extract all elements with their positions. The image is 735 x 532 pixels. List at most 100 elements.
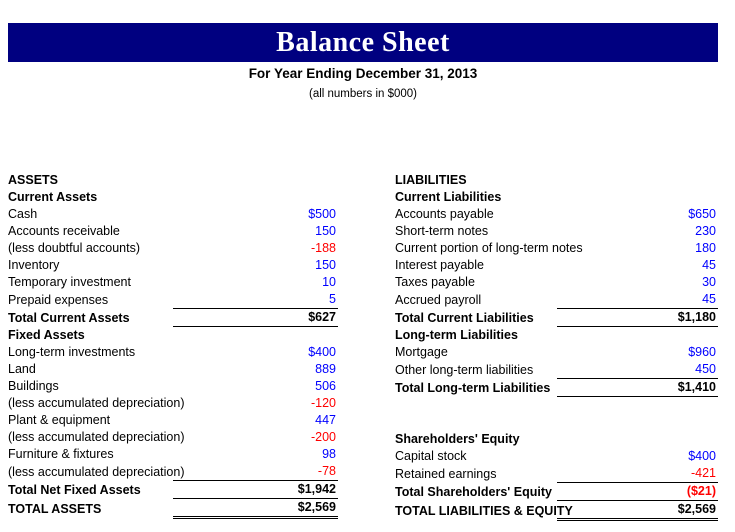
- line-item-value: 5: [329, 292, 336, 306]
- line-item-label: Buildings: [8, 379, 59, 393]
- line-item-label: (less accumulated depreciation): [8, 396, 185, 410]
- line-item-value: $1,180: [556, 308, 718, 327]
- line-item-row: Land 889: [8, 361, 338, 378]
- line-item-value: $400: [308, 345, 336, 359]
- column-heading: LIABILITIES: [395, 173, 467, 187]
- line-item-label: Prepaid expenses: [8, 292, 109, 307]
- line-item-label: Interest payable: [395, 258, 484, 272]
- line-item-row: Cash $500: [8, 206, 338, 223]
- line-item-value: 45: [702, 258, 716, 272]
- column-heading-value: [173, 172, 338, 189]
- subsection-heading-value: [557, 327, 719, 345]
- line-item-label: Total Long-term Liabilities: [395, 380, 551, 395]
- assets-table: ASSETS Current Assets Cash $500 Accounts rec…: [8, 172, 338, 519]
- line-item-value: $2,569: [173, 498, 338, 519]
- line-item-value: 10: [322, 275, 336, 289]
- liabilities-table: LIABILITIES Current Liabilities Accounts p…: [395, 172, 718, 521]
- subsection-heading: Current Liabilities: [395, 190, 502, 204]
- line-item-label: Capital stock: [395, 449, 467, 463]
- line-item-label: Accrued payroll: [395, 292, 482, 307]
- line-item-value: 889: [315, 362, 336, 376]
- line-item-row: (less accumulated depreciation) -78: [8, 463, 338, 481]
- line-item-label: (less accumulated depreciation): [8, 464, 185, 479]
- line-item-value: 230: [695, 224, 716, 238]
- line-item-row: Total Current Liabilities $1,180: [395, 308, 718, 327]
- line-item-row: Inventory 150: [8, 257, 338, 274]
- line-item-value: -200: [310, 430, 336, 444]
- line-item-value: -120: [310, 396, 336, 410]
- line-item-value: 447: [315, 413, 336, 427]
- subsection-heading: Shareholders' Equity: [395, 432, 520, 446]
- spacer-cell: [395, 414, 557, 431]
- line-item-value: 150: [315, 224, 336, 238]
- line-item-row: Furniture & fixtures 98: [8, 446, 338, 463]
- line-item-value: $2,569: [556, 500, 718, 521]
- line-item-row: Temporary investment 10: [8, 274, 338, 291]
- line-item-row: Accrued payroll 45: [395, 291, 718, 309]
- line-item-value: $400: [688, 449, 716, 463]
- line-item-label: Short-term notes: [395, 224, 489, 238]
- line-item-label: TOTAL ASSETS: [8, 501, 102, 516]
- spacer-cell: [557, 414, 719, 431]
- section-heading-row: ASSETS: [8, 172, 338, 189]
- line-item-row: Short-term notes 230: [395, 223, 718, 240]
- page-title: Balance Sheet: [276, 26, 450, 58]
- line-item-row: Retained earnings -421: [395, 465, 718, 483]
- spacer-cell: [395, 397, 557, 415]
- line-item-label: Retained earnings: [395, 466, 497, 481]
- line-item-label: Inventory: [8, 258, 60, 272]
- subsection-heading-row: Shareholders' Equity: [395, 431, 718, 448]
- units-note: (all numbers in $000): [308, 88, 418, 100]
- liabilities-column: LIABILITIES Current Liabilities Accounts p…: [395, 172, 718, 521]
- line-item-value: $960: [688, 345, 716, 359]
- line-item-row: Taxes payable 30: [395, 274, 718, 291]
- line-item-label: (less accumulated depreciation): [8, 430, 185, 444]
- report-period-subtitle: For Year Ending December 31, 2013: [248, 66, 478, 81]
- line-item-row: Other long-term liabilities 450: [395, 361, 718, 379]
- assets-column: ASSETS Current Assets Cash $500 Accounts rec…: [8, 172, 338, 519]
- line-item-row: (less accumulated depreciation) -200: [8, 429, 338, 446]
- subsection-heading-value: [173, 189, 338, 206]
- line-item-row: Total Shareholders' Equity ($21): [395, 482, 718, 501]
- line-item-value: -78: [317, 464, 336, 478]
- subsection-heading-value: [173, 327, 338, 345]
- line-item-value: ($21): [556, 482, 718, 501]
- line-item-row: Current portion of long-term notes 180: [395, 240, 718, 257]
- line-item-label: Land: [8, 362, 36, 376]
- subsection-heading-row: Fixed Assets: [8, 327, 338, 345]
- subsection-heading: Long-term Liabilities: [395, 328, 518, 342]
- line-item-value: -421: [690, 466, 716, 480]
- line-item-label: Furniture & fixtures: [8, 447, 114, 461]
- subsection-heading-row: Long-term Liabilities: [395, 327, 718, 345]
- subsection-heading: Current Assets: [8, 190, 98, 204]
- subsection-heading-value: [557, 189, 719, 206]
- line-item-label: Other long-term liabilities: [395, 362, 534, 377]
- line-item-label: Total Current Assets: [8, 310, 130, 325]
- line-item-value: -188: [310, 241, 336, 255]
- line-item-label: Total Net Fixed Assets: [8, 482, 141, 497]
- column-heading-value: [557, 172, 719, 189]
- line-item-row: Total Current Assets $627: [8, 308, 338, 327]
- line-item-value: 450: [695, 362, 716, 376]
- line-item-label: Plant & equipment: [8, 413, 111, 427]
- line-item-row: Long-term investments $400: [8, 344, 338, 361]
- line-item-label: Temporary investment: [8, 275, 131, 289]
- section-heading-row: LIABILITIES: [395, 172, 718, 189]
- title-banner: Balance Sheet: [8, 23, 718, 62]
- line-item-label: Total Current Liabilities: [395, 310, 534, 325]
- spacer-cell: [557, 397, 719, 415]
- line-item-label: Mortgage: [395, 345, 448, 359]
- line-item-value: 30: [702, 275, 716, 289]
- line-item-row: TOTAL ASSETS $2,569: [8, 498, 338, 519]
- line-item-value: $1,942: [173, 480, 338, 499]
- line-item-label: Total Shareholders' Equity: [395, 484, 552, 499]
- line-item-label: TOTAL LIABILITIES & EQUITY: [395, 503, 573, 518]
- column-heading: ASSETS: [8, 173, 59, 187]
- line-item-value: 150: [315, 258, 336, 272]
- subsection-heading: Fixed Assets: [8, 328, 85, 342]
- line-item-row: Total Long-term Liabilities $1,410: [395, 378, 718, 397]
- subsection-heading-value: [557, 431, 719, 448]
- subsection-heading-row: Current Assets: [8, 189, 338, 206]
- line-item-row: Prepaid expenses 5: [8, 291, 338, 309]
- line-item-row: (less accumulated depreciation) -120: [8, 395, 338, 412]
